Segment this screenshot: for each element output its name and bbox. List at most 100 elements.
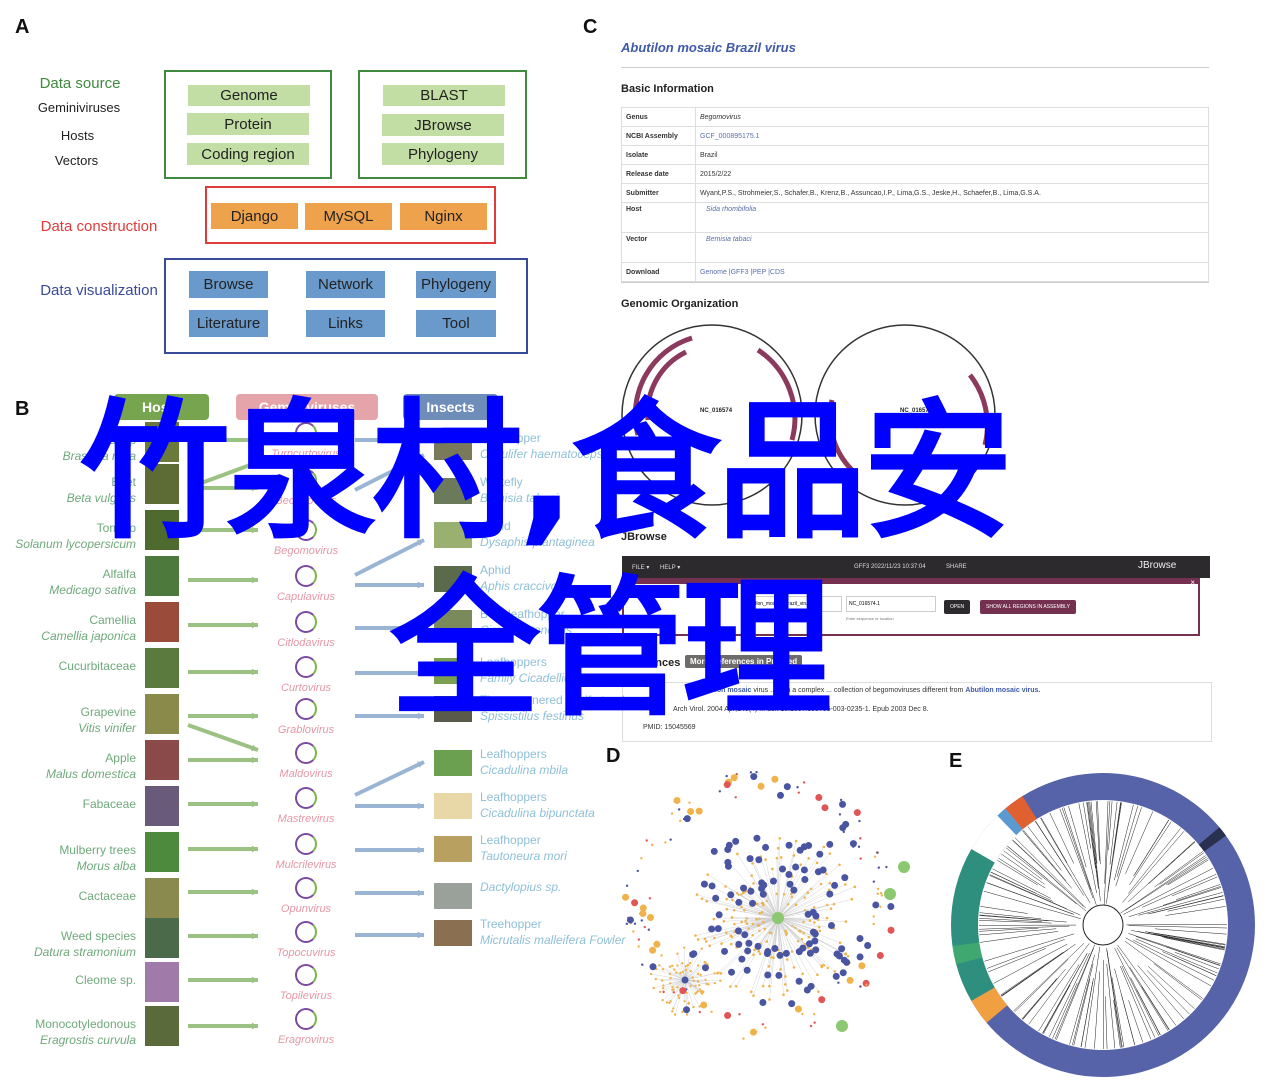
- tree-branch: [1013, 943, 1085, 1012]
- network-node-host: [792, 966, 796, 969]
- table-row: Vector Bemisia tabaci: [621, 232, 1209, 263]
- tree-branch: [1023, 829, 1067, 882]
- panel-e-phylogeny: [951, 773, 1255, 1077]
- network-node-host: [806, 891, 810, 894]
- network-node-host: [751, 933, 755, 937]
- tree-root: [1082, 904, 1124, 946]
- network-node-virus: [759, 890, 767, 898]
- network-node-host: [671, 964, 674, 968]
- tree-branch: [1106, 950, 1123, 1048]
- clade-ring-mastrevirus: [951, 849, 995, 1001]
- tree-branch: [1148, 841, 1196, 885]
- host-link[interactable]: Sida rhombifolia: [695, 202, 1209, 233]
- locus-input[interactable]: NC_016574.1: [846, 596, 936, 612]
- network-node: [673, 797, 681, 805]
- tree-branch: [1141, 986, 1170, 1031]
- network-node: [887, 903, 895, 911]
- network-node: [809, 1024, 813, 1028]
- network-node: [695, 807, 703, 815]
- network-node-host: [751, 922, 755, 926]
- tree-branch: [1119, 965, 1152, 1040]
- network-node: [649, 963, 657, 971]
- network-node-host: [752, 882, 755, 885]
- tree-branch: [1159, 852, 1204, 885]
- network-node-host: [813, 921, 816, 924]
- tree-branch: [1114, 804, 1134, 881]
- network-node: [865, 983, 868, 986]
- network-node-insect: [772, 912, 784, 924]
- network-node-insect: [898, 861, 910, 873]
- network-node: [626, 916, 634, 924]
- network-node-host: [733, 922, 736, 926]
- network-node: [645, 839, 648, 842]
- tree-branch: [1128, 887, 1222, 918]
- network-node-host: [683, 1000, 686, 1003]
- virus-insect-arrow-head: [417, 931, 424, 939]
- network-node-virus: [827, 922, 835, 930]
- network-node-host: [703, 960, 706, 964]
- tree-branch: [1153, 933, 1226, 948]
- show-all-regions-button[interactable]: SHOW ALL REGIONS IN ASSEMBLY: [980, 600, 1076, 614]
- network-node-host: [768, 998, 771, 1001]
- network-node: [885, 865, 888, 869]
- network-node-virus: [755, 856, 763, 864]
- network-node-virus: [779, 865, 787, 873]
- network-node-host: [784, 929, 787, 933]
- tree-branch: [1107, 802, 1121, 892]
- network-node-host: [700, 897, 704, 900]
- network-node-host: [828, 881, 832, 885]
- host-virus-arrow-head: [251, 576, 258, 584]
- network-node-host: [743, 908, 746, 912]
- row-value: 2015/2/22: [695, 164, 1209, 184]
- network-node-host: [725, 907, 729, 911]
- network-node-virus: [872, 901, 880, 909]
- network-node: [687, 807, 695, 815]
- network-node-host: [730, 916, 734, 919]
- network-node: [757, 782, 765, 790]
- network-node-host: [785, 989, 789, 992]
- network-node-host: [742, 891, 745, 895]
- network-node: [631, 899, 639, 907]
- network-node-virus: [800, 866, 808, 874]
- network-node: [876, 887, 880, 891]
- basic-info-heading: Basic Information: [621, 83, 714, 95]
- network-node-virus: [744, 947, 752, 955]
- network-node: [859, 837, 862, 840]
- network-node-host: [844, 883, 847, 886]
- download-links[interactable]: Genome |GFF3 |PEP |CDS: [695, 262, 1209, 282]
- vector-link[interactable]: Bemisia tabaci: [695, 232, 1209, 263]
- tree-branch: [1061, 807, 1092, 891]
- network-node-host: [675, 971, 678, 974]
- tree-branch: [1148, 932, 1226, 946]
- close-icon[interactable]: ×: [1190, 578, 1195, 587]
- network-node-host: [719, 979, 722, 983]
- network-node-host: [771, 867, 774, 871]
- network-node-host: [696, 964, 700, 967]
- network-node-virus: [786, 880, 794, 888]
- network-node-virus: [788, 1000, 796, 1008]
- network-node: [839, 798, 843, 802]
- network-node: [639, 910, 647, 918]
- host-virus-arrow-head: [251, 800, 258, 808]
- tree-branch: [990, 871, 1037, 894]
- assembly-link[interactable]: GCF_000895175.1: [695, 126, 1209, 146]
- network-node-host: [673, 1013, 677, 1016]
- tree-branch: [1105, 802, 1122, 904]
- virus-insect-arrow: [354, 760, 425, 797]
- share-button[interactable]: SHARE: [946, 564, 967, 570]
- network-node-virus: [743, 966, 751, 974]
- network-node-host: [758, 952, 762, 956]
- network-node-host: [775, 892, 779, 896]
- session-name: GFF3 2022/11/23 10:37:04: [854, 564, 926, 570]
- tree-branch: [1155, 928, 1227, 935]
- tree-branch: [1105, 996, 1108, 1049]
- table-row: NCBI Assembly GCF_000895175.1: [621, 126, 1209, 146]
- open-button[interactable]: OPEN: [944, 600, 971, 614]
- network-node: [859, 985, 862, 988]
- host-virus-arrow: [187, 723, 259, 752]
- network-node-host: [669, 977, 672, 980]
- network-node: [873, 855, 877, 858]
- network-node-host: [661, 987, 665, 990]
- network-node: [801, 1012, 804, 1016]
- tree-branch: [1106, 948, 1122, 1048]
